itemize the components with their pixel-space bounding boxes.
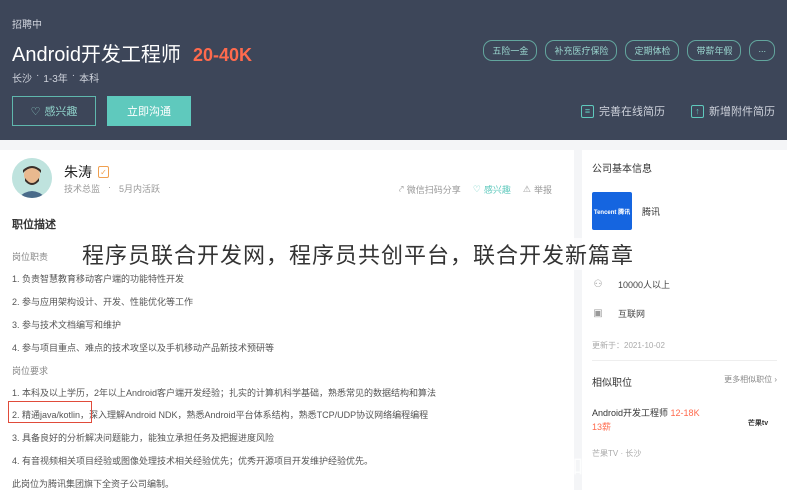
meta-sep: · — [36, 70, 40, 81]
recruiter-name: 朱涛 — [64, 164, 92, 180]
overlay-caption: 程序员联合开发网，程序员共创平台，联合开发新篇章 — [82, 238, 635, 270]
updated-time: 更新于：2021-10-02 — [592, 341, 665, 350]
education: 本科 — [79, 74, 100, 85]
similar-jobs-title: 相似职位 — [592, 378, 632, 389]
company-logo[interactable]: Tencent 腾讯 — [592, 192, 632, 230]
warning-icon: ⚠ — [522, 184, 531, 194]
highlight-box — [8, 401, 92, 423]
chevron-right-icon: › — [774, 375, 777, 384]
chat-now-button[interactable]: 立即沟通 — [107, 96, 191, 126]
benefit-tag: 带薪年假 — [687, 40, 742, 61]
title-row: Android开发工程师 20-40K — [12, 38, 252, 67]
duty-line: 2. 参与应用架构设计、开发、性能优化等工作 — [12, 297, 194, 307]
company-sidebar: 公司基本信息 Tencent 腾讯 腾讯 ⚇ 10000人以上 ▣ 互联网 更新… — [582, 150, 787, 490]
recruiter-meta: 技术总监 · 5月内活跃 — [64, 182, 160, 195]
interest-label: 感兴趣 — [44, 106, 78, 118]
heart-icon: ♡ — [472, 184, 481, 194]
requirement-line: 4. 有音视频相关项目经验或图像处理技术相关经验优先；优秀开源项目开发维护经验优… — [12, 456, 374, 466]
wechat-share-label: 微信扫码分享 — [406, 185, 461, 195]
divider — [592, 360, 777, 361]
resume-icon: ≡ — [581, 104, 594, 118]
hiring-status: 招聘中 — [12, 20, 42, 31]
meta-sep: · — [71, 70, 76, 81]
benefit-tag: 五险一金 — [483, 40, 538, 61]
upload-icon: ↑ — [691, 104, 704, 118]
recruiter-title: 技术总监 — [64, 184, 101, 194]
recruiter-active: 5月内活跃 — [119, 184, 161, 194]
job-header: 招聘中 Android开发工程师 20-40K 长沙 · 1-3年 · 本科 五… — [0, 0, 787, 140]
sidebar-title: 公司基本信息 — [592, 164, 652, 175]
people-icon: ⚇ — [593, 279, 603, 290]
recruiter-name-row: 朱涛 ✓ — [64, 162, 109, 182]
complete-resume-link[interactable]: ≡ 完善在线简历 — [581, 103, 665, 119]
briefcase-icon: ▣ — [593, 308, 603, 319]
company-size: 10000人以上 — [618, 280, 671, 290]
requirements-heading: 岗位要求 — [12, 366, 49, 376]
job-detail-card: 朱涛 ✓ 技术总监 · 5月内活跃 ⤤ 微信扫码分享 ♡ 感兴趣 ⚠ 举报 职位… — [0, 150, 574, 490]
footer-note: 此岗位为腾讯集团旗下全资子公司编制。 — [12, 479, 175, 489]
city: 长沙 — [12, 74, 32, 85]
interest-button[interactable]: ♡ 感兴趣 — [12, 96, 96, 126]
duties-heading: 岗位职责 — [12, 252, 49, 262]
similar-job-title: Android开发工程师 — [592, 408, 669, 418]
salary-range: 20-40K — [192, 45, 252, 65]
report-button[interactable]: ⚠ 举报 — [523, 183, 552, 196]
requirement-line: 1. 本科及以上学历，2年以上Android客户端开发经验；扎实的计算机科学基础… — [12, 388, 437, 398]
job-meta: 长沙 · 1-3年 · 本科 — [12, 70, 99, 85]
company-industry: 互联网 — [618, 309, 646, 319]
benefit-tag: 定期体检 — [625, 40, 680, 61]
more-tags-button[interactable]: ... — [749, 40, 775, 61]
add-attachment-link[interactable]: ↑ 新增附件简历 — [691, 103, 775, 119]
company-name[interactable]: 腾讯 — [642, 205, 660, 218]
experience: 1-3年 — [43, 74, 68, 85]
add-attachment-label: 新增附件简历 — [709, 106, 775, 118]
duty-line: 1. 负责智慧教育移动客户端的功能特性开发 — [12, 274, 185, 284]
report-label: 举报 — [533, 185, 552, 195]
complete-resume-label: 完善在线简历 — [599, 106, 665, 118]
verified-badge-icon: ✓ — [98, 166, 109, 178]
wechat-share-button[interactable]: ⤤ 微信扫码分享 — [399, 183, 461, 196]
job-title: Android开发工程师 — [12, 44, 181, 66]
similar-job-item[interactable]: Android开发工程师 12-18K 13薪 — [592, 406, 702, 434]
resume-actions: ≡ 完善在线简历 ↑ 新增附件简历 — [581, 103, 775, 119]
recruiter-avatar[interactable] — [12, 158, 52, 198]
mango-tv-logo: 芒果tv — [747, 420, 769, 427]
share-icon: ⤤ — [398, 184, 404, 194]
benefit-tags: 五险一金 补充医疗保险 定期体检 带薪年假 ... — [483, 40, 775, 61]
like-button[interactable]: ♡ 感兴趣 — [473, 183, 511, 196]
company-size-row: ⚇ 10000人以上 — [592, 278, 671, 291]
watermark: 知乎 @Android老皮 — [564, 457, 731, 478]
benefit-tag: 补充医疗保险 — [545, 40, 618, 61]
company-industry-row: ▣ 互联网 — [592, 307, 645, 320]
more-similar-label: 更多相似职位 — [724, 375, 773, 384]
duty-line: 3. 参与技术文档编写和维护 — [12, 320, 122, 330]
meta-sep: · — [108, 182, 112, 192]
like-label: 感兴趣 — [483, 185, 511, 195]
heart-icon: ♡ — [30, 105, 41, 118]
requirement-line: 3. 具备良好的分析解决问题能力，能独立承担任务及把握进度风险 — [12, 433, 275, 443]
duty-line: 4. 参与项目重点、难点的技术攻坚以及手机移动产品新技术预研等 — [12, 343, 275, 353]
more-similar-link[interactable]: 更多相似职位 › — [724, 374, 777, 385]
section-title: 职位描述 — [12, 219, 56, 231]
social-actions: ⤤ 微信扫码分享 ♡ 感兴趣 ⚠ 举报 — [399, 183, 552, 196]
